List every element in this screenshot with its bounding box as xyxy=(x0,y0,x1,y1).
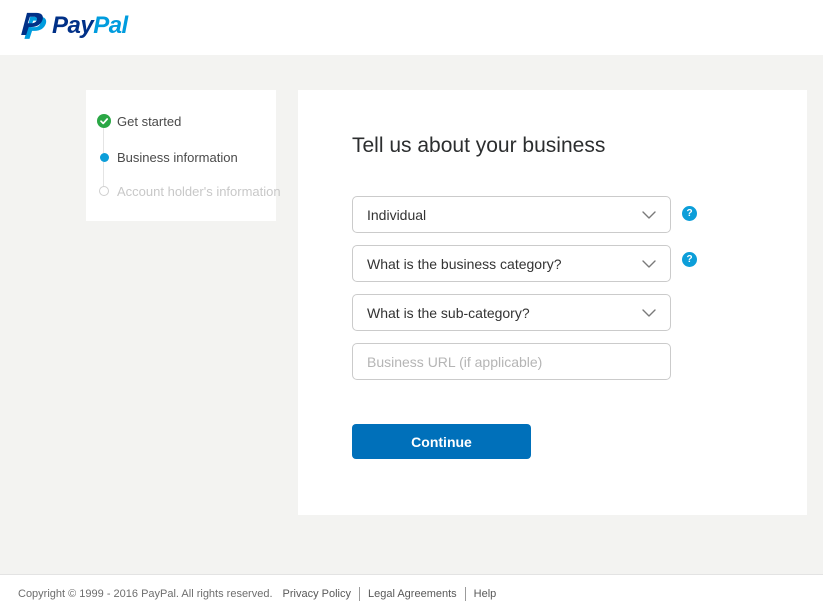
step-label: Account holder's information xyxy=(117,183,281,199)
step-account-holder-information: Account holder's information xyxy=(86,181,281,201)
business-type-select[interactable]: Individual xyxy=(352,196,671,233)
step-upcoming-icon xyxy=(97,184,111,198)
paypal-monogram-icon xyxy=(21,12,47,39)
step-label: Get started xyxy=(117,113,182,129)
help-icon[interactable]: ? xyxy=(682,206,697,221)
business-category-value: What is the business category? xyxy=(367,255,562,272)
legal-agreements-link[interactable]: Legal Agreements xyxy=(368,588,457,600)
business-url-input[interactable] xyxy=(352,343,671,380)
step-current-icon xyxy=(97,150,111,164)
footer: Copyright © 1999 - 2016 PayPal. All righ… xyxy=(0,574,823,612)
paypal-signup-page: PayPal Get started Business information xyxy=(0,0,823,612)
page-title: Tell us about your business xyxy=(352,134,606,157)
chevron-down-icon xyxy=(642,259,656,268)
business-subcategory-select[interactable]: What is the sub-category? xyxy=(352,294,671,331)
privacy-policy-link[interactable]: Privacy Policy xyxy=(283,588,351,600)
chevron-down-icon xyxy=(642,308,656,317)
chevron-down-icon xyxy=(642,210,656,219)
copyright-text: Copyright © 1999 - 2016 PayPal. All righ… xyxy=(18,587,273,600)
header: PayPal xyxy=(0,0,823,55)
paypal-wordmark: PayPal xyxy=(52,12,128,39)
step-label: Business information xyxy=(117,149,238,165)
footer-separator xyxy=(464,586,466,601)
business-form-card: Tell us about your business Individual W… xyxy=(298,90,807,515)
checkmark-icon xyxy=(100,118,109,125)
step-business-information: Business information xyxy=(86,147,238,167)
business-subcategory-value: What is the sub-category? xyxy=(367,304,530,321)
help-icon[interactable]: ? xyxy=(682,252,697,267)
business-type-value: Individual xyxy=(367,206,427,223)
paypal-logo[interactable]: PayPal xyxy=(20,11,128,41)
continue-button[interactable]: Continue xyxy=(352,424,531,459)
footer-separator xyxy=(358,586,360,601)
business-category-select[interactable]: What is the business category? xyxy=(352,245,671,282)
step-complete-icon xyxy=(97,114,111,128)
progress-stepper: Get started Business information Account… xyxy=(86,90,281,221)
help-link[interactable]: Help xyxy=(474,588,497,600)
step-get-started: Get started xyxy=(86,111,181,131)
